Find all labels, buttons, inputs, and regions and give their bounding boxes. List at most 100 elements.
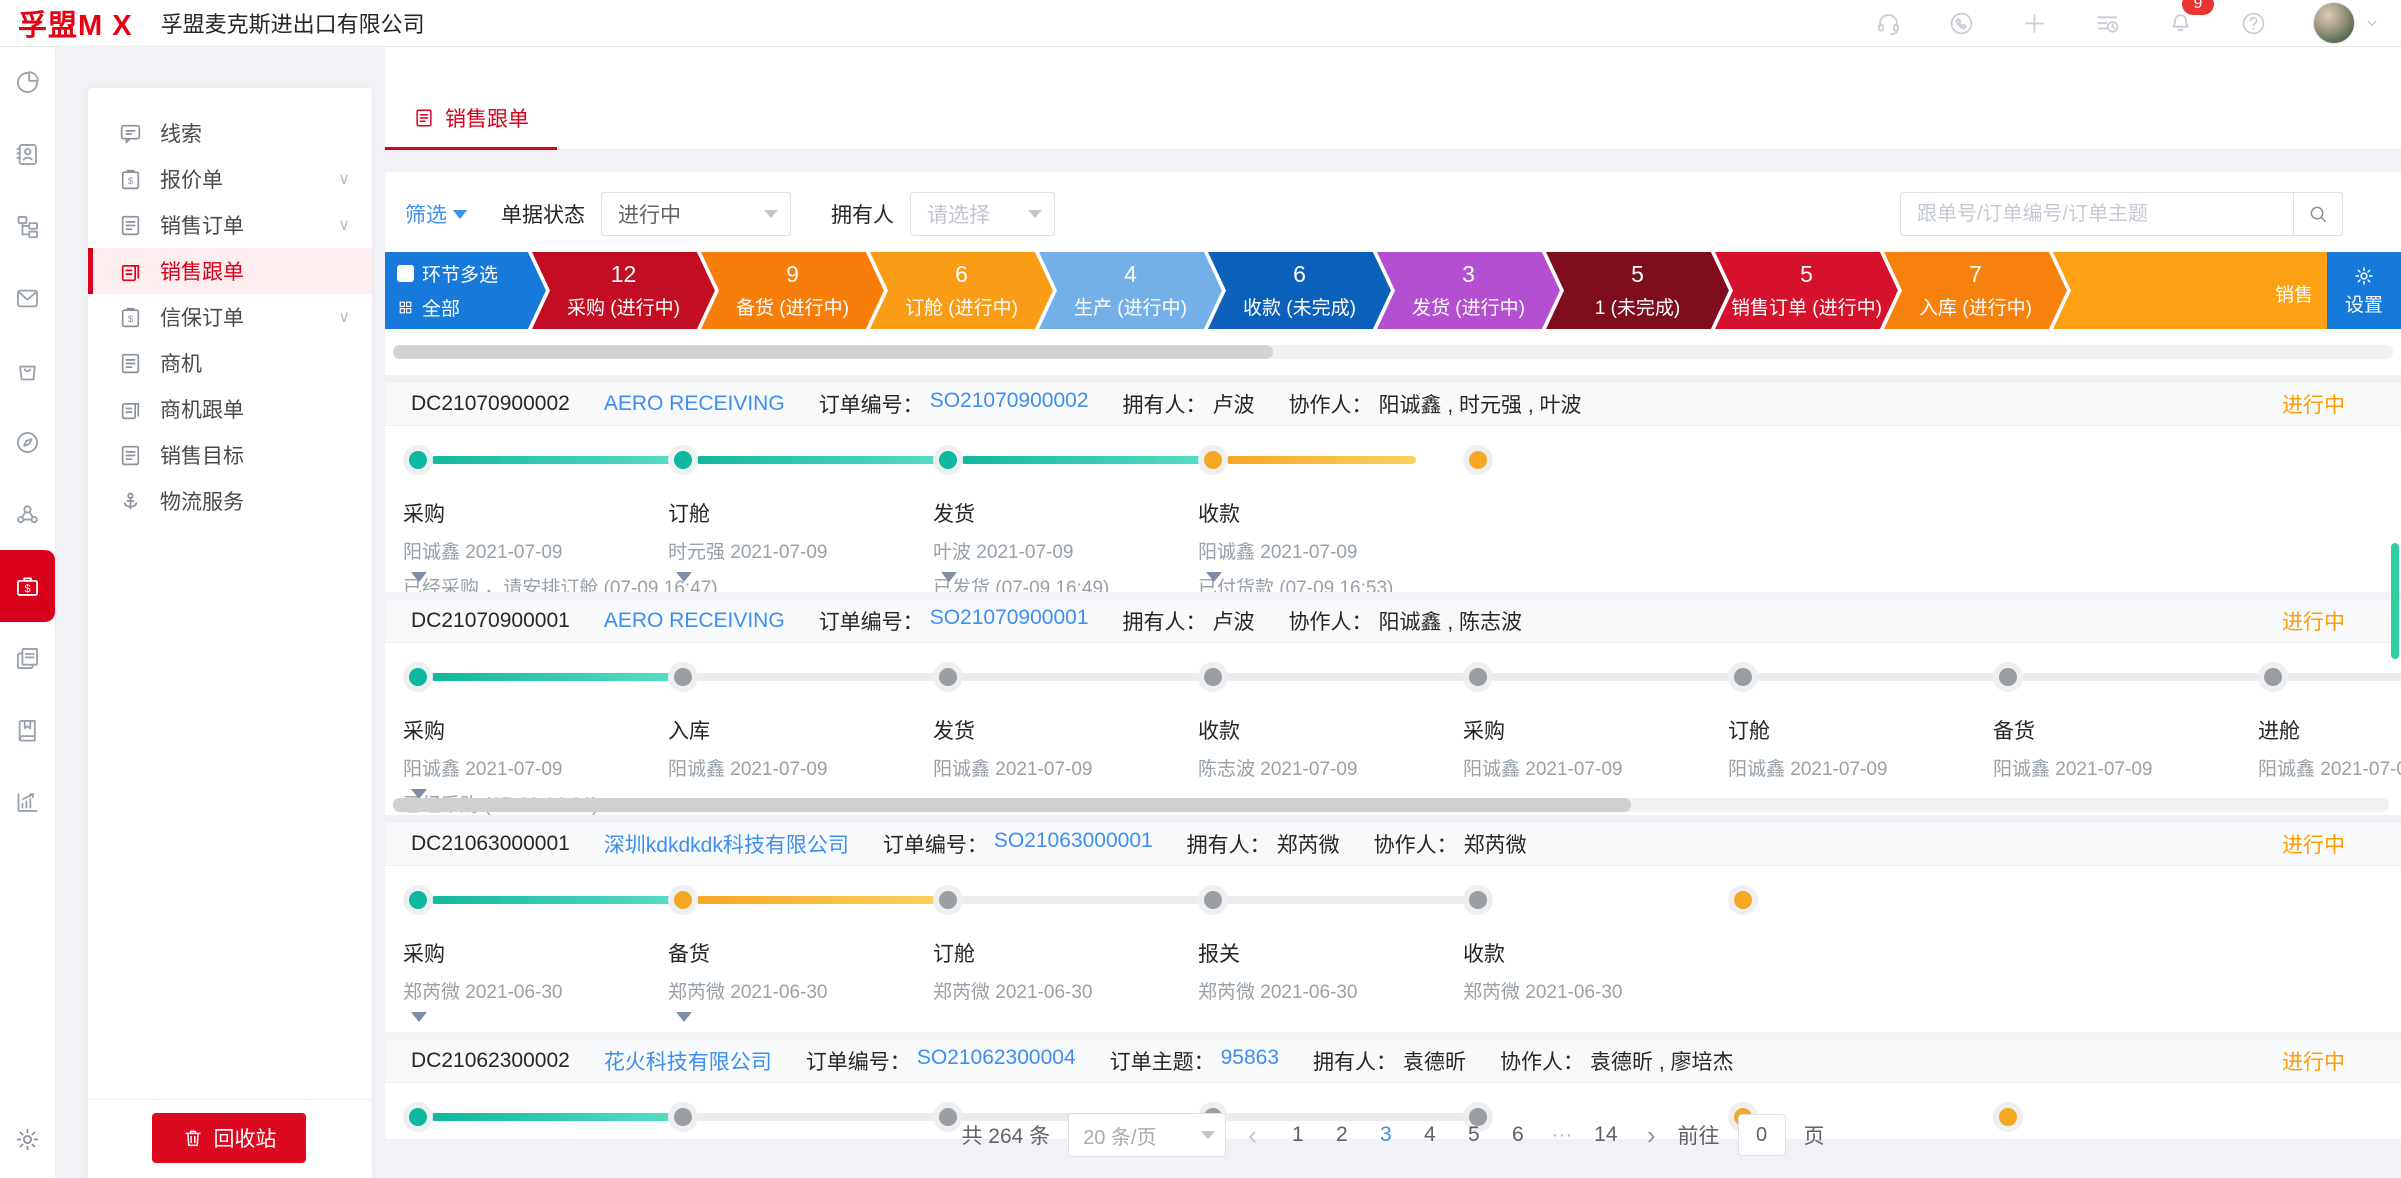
step-name: 收款 [1198, 715, 1458, 745]
stage-settings-button[interactable]: 设置 [2327, 252, 2401, 329]
stage-chevron-5[interactable]: 6收款 (未完成) [1204, 252, 1391, 329]
goto-page-input[interactable] [1738, 1114, 1786, 1156]
sidebar-item-6[interactable]: 商机 [88, 340, 372, 386]
stage-count: 6 [1293, 261, 1306, 288]
status-select-value: 进行中 [618, 199, 681, 229]
rail-item-org-tree[interactable] [0, 190, 55, 262]
user-menu[interactable] [2313, 2, 2381, 44]
rail-item-notebook[interactable] [0, 694, 55, 766]
subject-link[interactable]: 95863 [1221, 1046, 1279, 1076]
expand-arrow[interactable] [411, 572, 427, 582]
rail-item-briefcase-dollar[interactable]: $ [0, 550, 55, 622]
expand-arrow[interactable] [941, 572, 957, 582]
tab-sales-tracking[interactable]: 销售跟单 [385, 89, 557, 150]
rail-item-contacts[interactable] [0, 118, 55, 190]
stage-multiselect-row[interactable]: 环节多选 [397, 260, 546, 287]
expand-arrow[interactable] [676, 572, 692, 582]
status-select[interactable]: 进行中 [601, 192, 791, 236]
step-person-date: 阳诚鑫 2021-07-09 [1463, 754, 1723, 781]
stage-all-row[interactable]: 全部 [397, 294, 546, 321]
customer-link[interactable]: 花火科技有限公司 [604, 1046, 772, 1076]
page-number-14[interactable]: 14 [1587, 1119, 1625, 1151]
stage-chevron-7[interactable]: 51 (未完成) [1542, 252, 1729, 329]
page-size-select[interactable]: 20 条/页 [1068, 1113, 1226, 1157]
next-page-button[interactable]: › [1643, 1120, 1660, 1151]
history-icon[interactable] [2094, 10, 2121, 37]
step-name: 备货 [1993, 715, 2253, 745]
customer-service-icon[interactable] [1875, 10, 1902, 37]
main-area: 销售跟单 筛选 单据状态 进行中 拥有人 请选择 [385, 46, 2401, 1178]
page-number-2[interactable]: 2 [1323, 1119, 1361, 1151]
order-no-link[interactable]: SO21063000001 [994, 829, 1153, 859]
rail-item-network[interactable] [0, 478, 55, 550]
caret-down-icon [1201, 1131, 1215, 1139]
stage-label: 发货 (进行中) [1412, 293, 1525, 320]
filter-panel: 筛选 单据状态 进行中 拥有人 请选择 [385, 172, 2401, 375]
stage-chevron-9[interactable]: 7入库 (进行中) [1880, 252, 2067, 329]
customer-link[interactable]: AERO RECEIVING [604, 609, 785, 633]
order-no-link[interactable]: SO21070900001 [930, 606, 1089, 636]
sidebar-item-5[interactable]: $信保订单∨ [88, 294, 372, 340]
rail-item-compass[interactable] [0, 406, 55, 478]
chevron-down-icon: ∨ [338, 307, 350, 327]
order-no-link[interactable]: SO21062300004 [917, 1046, 1076, 1076]
notification-bell[interactable]: 9 [2167, 7, 2194, 39]
recycle-bin-button[interactable]: 回收站 [152, 1113, 306, 1163]
rail-item-trend-chart[interactable] [0, 766, 55, 838]
phone-icon[interactable] [1948, 10, 1975, 37]
help-icon[interactable] [2240, 10, 2267, 37]
order-card-header: DC21070900001AERO RECEIVING订单编号：SO210709… [385, 600, 2401, 643]
rail-item-documents[interactable] [0, 622, 55, 694]
prev-page-button[interactable]: ‹ [1244, 1120, 1261, 1151]
stage-chevron-3[interactable]: 6订舱 (进行中) [866, 252, 1053, 329]
rail-item-mail[interactable] [0, 262, 55, 334]
owner-select[interactable]: 请选择 [910, 192, 1055, 236]
timeline-segment [431, 456, 674, 464]
sidebar-divider [88, 1099, 372, 1100]
stage-chevron-6[interactable]: 3发货 (进行中) [1373, 252, 1560, 329]
customer-link[interactable]: AERO RECEIVING [604, 392, 785, 416]
add-icon[interactable] [2021, 10, 2048, 37]
collaborators-field: 协作人：阳诚鑫 , 时元强 , 叶波 [1289, 389, 1582, 419]
subject-label: 订单主题： [1110, 1046, 1215, 1076]
customer-link[interactable]: 深圳kdkdkdk科技有限公司 [604, 829, 849, 859]
status-badge: 进行中 [2282, 829, 2345, 859]
stage-label: 销售订单 (进行中) [1731, 293, 1882, 320]
search-button[interactable] [2293, 192, 2343, 236]
sidebar-item-1[interactable]: 线索 [88, 110, 372, 156]
page-number-3[interactable]: 3 [1367, 1119, 1405, 1151]
order-no-link[interactable]: SO21070900002 [930, 389, 1089, 419]
sidebar-item-7[interactable]: 商机跟单 [88, 386, 372, 432]
stage-chevron-8[interactable]: 5销售订单 (进行中) [1711, 252, 1898, 329]
search-input[interactable] [1900, 192, 2293, 236]
sidebar-item-9[interactable]: 物流服务 [88, 478, 372, 524]
page-number-4[interactable]: 4 [1411, 1119, 1449, 1151]
rail-item-pie-chart[interactable] [0, 46, 55, 118]
sidebar-item-4[interactable]: 销售跟单 [88, 248, 372, 294]
owner-value: 卢波 [1213, 606, 1255, 636]
page-number-6[interactable]: 6 [1499, 1119, 1537, 1151]
stage-chevron-2[interactable]: 9备货 (进行中) [697, 252, 884, 329]
sidebar-item-2[interactable]: $报价单∨ [88, 156, 372, 202]
filter-button[interactable]: 筛选 [405, 199, 467, 229]
top-bar: 孚盟M X 孚盟麦克斯进出口有限公司 9 [0, 0, 2401, 47]
expand-arrow[interactable] [411, 1012, 427, 1022]
page-number-5[interactable]: 5 [1455, 1119, 1493, 1151]
checkbox-icon[interactable] [397, 265, 414, 282]
step-person-date: 阳诚鑫 2021-07-09 [668, 754, 928, 781]
sidebar-item-3[interactable]: 销售订单∨ [88, 202, 372, 248]
vertical-scrollbar-thumb[interactable] [2391, 543, 2399, 659]
step-name: 采购 [1463, 715, 1723, 745]
stage-chevron-4[interactable]: 4生产 (进行中) [1035, 252, 1222, 329]
scrollbar-thumb[interactable] [393, 345, 1273, 359]
expand-arrow[interactable] [676, 1012, 692, 1022]
chevron-down-icon [2363, 14, 2381, 32]
stage-chevron-1[interactable]: 12采购 (进行中) [528, 252, 715, 329]
expand-arrow[interactable] [1206, 572, 1222, 582]
rail-settings-button[interactable] [0, 1114, 55, 1164]
stage-multiselect-block[interactable]: 环节多选 全部 [385, 252, 546, 329]
page-number-1[interactable]: 1 [1279, 1119, 1317, 1151]
sidebar-item-8[interactable]: 销售目标 [88, 432, 372, 478]
rail-item-shop-bag[interactable] [0, 334, 55, 406]
scrollbar-thumb[interactable] [393, 798, 1631, 812]
